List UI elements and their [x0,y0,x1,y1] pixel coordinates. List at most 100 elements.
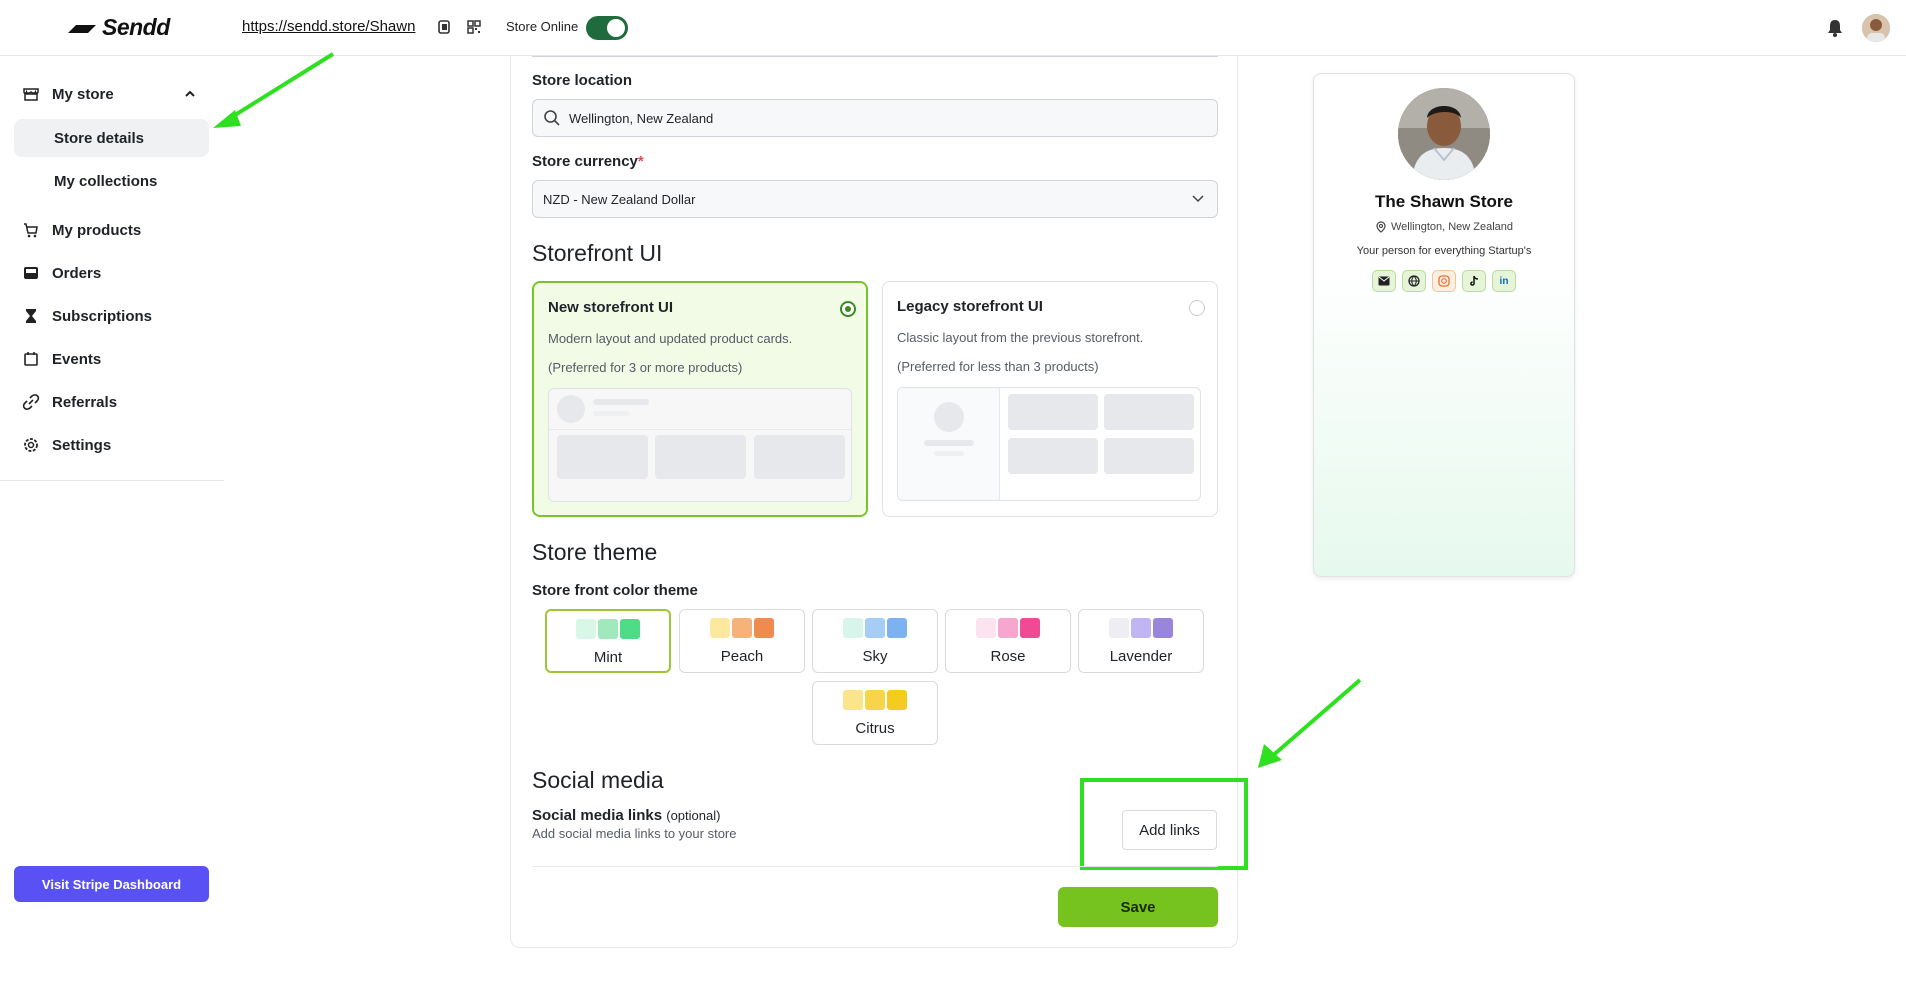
sidebar-item-my-products[interactable]: My products [22,214,141,246]
sidebar-item-my-store[interactable]: My store [22,78,202,110]
color-swatch [976,618,996,638]
social-media-links-desc: Add social media links to your store [532,826,737,841]
preview-text-placeholder [593,411,629,416]
preview-avatar-placeholder [557,395,585,423]
store-online-label: Store Online [506,19,579,34]
mail-icon[interactable] [1372,270,1396,292]
store-location-label: Store location [532,72,633,89]
color-swatch [1131,618,1151,638]
color-swatch [1020,618,1040,638]
sidebar-label-orders: Orders [52,264,102,282]
theme-option-sky[interactable]: Sky [812,609,938,673]
color-swatch [843,618,863,638]
notification-bell-icon[interactable] [1824,17,1846,39]
store-icon [23,88,39,101]
preview-text-placeholder [593,399,649,405]
sidebar-item-my-collections[interactable]: My collections [14,162,209,200]
theme-option-citrus[interactable]: Citrus [812,681,938,745]
avatar-person-icon [1862,14,1890,42]
theme-swatches [976,618,1040,638]
sidebar-item-store-details[interactable]: Store details [14,119,209,157]
map-pin-icon [1376,221,1386,233]
store-tagline: Your person for everything Startup's [1356,245,1532,257]
legacy-storefront-ui-desc: Classic layout from the previous storefr… [897,330,1144,345]
sidebar-label-referrals: Referrals [52,393,118,411]
chevron-up-icon[interactable] [184,88,196,100]
store-front-color-theme-label: Store front color theme [532,582,698,599]
sidebar-item-events[interactable]: Events [22,343,101,375]
preview-text-placeholder [924,440,974,446]
social-media-links-label: Social media links (optional) [532,807,720,824]
new-storefront-ui-desc: Modern layout and updated product cards. [548,331,793,346]
theme-name: Citrus [855,720,895,737]
calendar-icon [24,352,38,366]
theme-name: Rose [990,648,1026,665]
theme-name: Peach [720,648,764,665]
theme-swatches [710,618,774,638]
top-bar: Sendd https://sendd.store/Shawn Store On… [0,0,1906,56]
legacy-storefront-ui-radio[interactable] [1189,300,1205,316]
visit-stripe-dashboard-button[interactable]: Visit Stripe Dashboard [14,866,209,902]
qr-code-icon[interactable] [464,17,484,37]
sidebar-label-events: Events [52,350,102,368]
linkedin-icon[interactable]: in [1492,270,1516,292]
add-links-button[interactable]: Add links [1122,810,1217,850]
sidebar-label-my-store: My store [52,85,114,103]
copy-icon[interactable] [434,17,454,37]
new-storefront-ui-pref: (Preferred for 3 or more products) [548,360,743,375]
store-avatar [1398,88,1490,180]
theme-option-peach[interactable]: Peach [679,609,805,673]
sendd-logo[interactable]: Sendd [66,14,170,41]
store-currency-select[interactable]: NZD - New Zealand Dollar [532,180,1218,218]
preview-card-placeholder [1104,438,1194,474]
preview-card-placeholder [754,435,845,479]
sidebar-item-orders[interactable]: Orders [22,257,101,289]
sidebar-item-subscriptions[interactable]: Subscriptions [22,300,152,332]
globe-icon[interactable] [1402,270,1426,292]
new-storefront-ui-radio[interactable] [840,301,856,317]
form-divider [532,866,1218,867]
preview-card-placeholder [655,435,746,479]
link-icon [22,394,40,410]
color-swatch [998,618,1018,638]
sidebar-divider [0,480,224,481]
sidebar-label-settings: Settings [52,436,112,454]
store-location-input[interactable]: Wellington, New Zealand [532,99,1218,137]
theme-option-mint[interactable]: Mint [545,609,671,673]
color-swatch [710,618,730,638]
legacy-storefront-ui-preview [897,387,1201,501]
gear-icon [24,438,38,452]
theme-name: Mint [593,649,623,666]
theme-option-lavender[interactable]: Lavender [1078,609,1204,673]
store-social-links: in [1314,270,1574,292]
hourglass-icon [26,309,36,323]
new-storefront-ui-preview [548,388,852,502]
storefront-ui-heading: Storefront UI [532,240,663,266]
new-storefront-ui-option[interactable]: New storefront UI Modern layout and upda… [532,281,868,517]
chevron-down-icon [1192,195,1204,203]
legacy-storefront-ui-option[interactable]: Legacy storefront UI Classic layout from… [882,281,1218,517]
new-storefront-ui-title: New storefront UI [548,299,674,316]
store-currency-label-text: Store currency [532,153,638,170]
social-media-links-label-text: Social media links [532,807,663,824]
theme-swatches [843,618,907,638]
store-online-toggle[interactable] [586,16,628,40]
tiktok-icon[interactable] [1462,270,1486,292]
theme-swatches [843,690,907,710]
store-location-value: Wellington, New Zealand [569,110,714,126]
save-button[interactable]: Save [1058,887,1218,927]
sidebar-item-settings[interactable]: Settings [22,429,111,461]
preview-card-placeholder [1008,394,1098,430]
color-swatch [620,619,640,639]
sidebar-item-referrals[interactable]: Referrals [22,386,117,418]
store-location-line: Wellington, New Zealand [1314,221,1574,233]
color-swatch [576,619,596,639]
theme-swatches [1109,618,1173,638]
instagram-icon[interactable] [1432,270,1456,292]
sidebar-label-subscriptions: Subscriptions [52,307,153,325]
preview-avatar-placeholder [934,402,964,432]
user-avatar[interactable] [1862,14,1890,42]
store-url-link[interactable]: https://sendd.store/Shawn [242,18,415,35]
search-icon [544,110,560,126]
theme-option-rose[interactable]: Rose [945,609,1071,673]
